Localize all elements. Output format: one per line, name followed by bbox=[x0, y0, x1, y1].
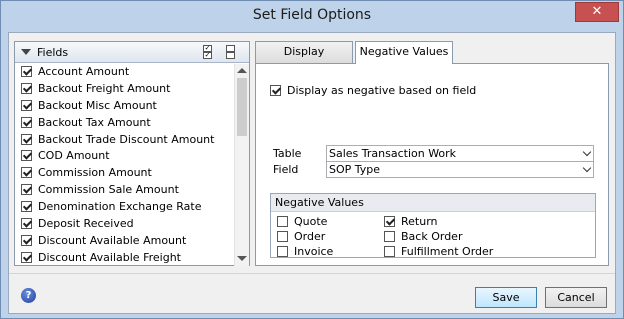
fields-scrollbar[interactable] bbox=[234, 64, 249, 266]
list-item[interactable]: COD Amount bbox=[15, 148, 234, 165]
field-checkbox[interactable] bbox=[21, 133, 32, 145]
option-label: Quote bbox=[294, 215, 328, 228]
negative-values-group: Negative Values Quote Order Invoice Retu… bbox=[270, 193, 596, 258]
field-checkbox[interactable] bbox=[21, 234, 32, 246]
table-select-value: Sales Transaction Work bbox=[329, 147, 457, 160]
list-item[interactable]: Backout Trade Discount Amount bbox=[15, 132, 234, 149]
scroll-up-icon[interactable] bbox=[237, 68, 247, 73]
option-return[interactable]: Return bbox=[384, 215, 438, 228]
option-label: Back Order bbox=[401, 230, 463, 243]
table-label: Table bbox=[273, 147, 302, 160]
field-checkbox[interactable] bbox=[21, 184, 32, 196]
option-quote[interactable]: Quote bbox=[277, 215, 327, 228]
fields-list: Account Amount Backout Freight Amount Ba… bbox=[15, 64, 234, 266]
field-checkbox[interactable] bbox=[21, 201, 32, 213]
option-label: Return bbox=[401, 215, 438, 228]
option-invoice[interactable]: Invoice bbox=[277, 245, 333, 258]
list-item[interactable]: Backout Misc Amount bbox=[15, 98, 234, 115]
set-field-options-window: Set Field Options ✕ Fields ✓ ✓ Account A… bbox=[0, 0, 624, 319]
option-label: Fulfillment Order bbox=[401, 245, 494, 258]
fulfillment-order-checkbox[interactable] bbox=[384, 246, 395, 257]
list-item[interactable]: Discount Available Freight bbox=[15, 250, 234, 266]
list-item[interactable]: Backout Tax Amount bbox=[15, 115, 234, 132]
scroll-down-icon[interactable] bbox=[237, 256, 247, 261]
table-select[interactable]: Sales Transaction Work bbox=[326, 145, 594, 162]
display-as-negative-label: Display as negative based on field bbox=[287, 84, 477, 97]
field-label: Account Amount bbox=[38, 65, 130, 78]
collapse-icon[interactable] bbox=[21, 49, 31, 55]
close-button[interactable]: ✕ bbox=[575, 2, 619, 22]
field-checkbox[interactable] bbox=[21, 99, 32, 111]
window-title: Set Field Options bbox=[252, 7, 372, 23]
uncheck-all-icon bbox=[226, 45, 235, 52]
check-all-icon: ✓ bbox=[203, 51, 212, 59]
dialog-footer: ? Save Cancel bbox=[9, 273, 615, 313]
list-item[interactable]: Account Amount bbox=[15, 64, 234, 81]
list-item[interactable]: Commission Amount bbox=[15, 165, 234, 182]
field-label: COD Amount bbox=[38, 149, 110, 163]
list-item[interactable]: Deposit Received bbox=[15, 216, 234, 233]
field-checkbox[interactable] bbox=[21, 150, 32, 162]
back-order-checkbox[interactable] bbox=[384, 231, 395, 242]
field-select[interactable]: SOP Type bbox=[326, 161, 594, 178]
cancel-button[interactable]: Cancel bbox=[545, 287, 607, 308]
chevron-down-icon bbox=[582, 163, 592, 173]
return-checkbox[interactable] bbox=[384, 216, 395, 227]
field-label: Backout Tax Amount bbox=[38, 115, 151, 129]
save-button[interactable]: Save bbox=[475, 287, 537, 308]
field-label: Commission Amount bbox=[38, 166, 152, 180]
field-label: Discount Available Freight bbox=[38, 250, 181, 264]
field-label: Backout Freight Amount bbox=[38, 81, 171, 95]
option-back-order[interactable]: Back Order bbox=[384, 230, 462, 243]
fields-panel: Fields ✓ ✓ Account Amount Backout Freigh… bbox=[14, 41, 250, 266]
display-as-negative-option[interactable]: Display as negative based on field bbox=[270, 84, 476, 97]
chevron-down-icon bbox=[582, 147, 592, 157]
field-select-value: SOP Type bbox=[329, 163, 381, 176]
option-label: Order bbox=[294, 230, 326, 243]
field-label: Backout Misc Amount bbox=[38, 98, 157, 112]
uncheck-all-button[interactable] bbox=[226, 45, 235, 60]
fields-header: Fields ✓ ✓ bbox=[15, 42, 249, 63]
option-fulfillment-order[interactable]: Fulfillment Order bbox=[384, 245, 493, 258]
field-label: Discount Available Amount bbox=[38, 233, 187, 247]
close-icon: ✕ bbox=[591, 4, 603, 19]
field-checkbox[interactable] bbox=[21, 218, 32, 230]
display-as-negative-checkbox[interactable] bbox=[270, 85, 281, 96]
list-item[interactable]: Backout Freight Amount bbox=[15, 81, 234, 98]
fields-header-label: Fields bbox=[37, 46, 69, 59]
field-checkbox[interactable] bbox=[21, 66, 32, 77]
field-label: Backout Trade Discount Amount bbox=[38, 132, 215, 146]
tab-negative-values[interactable]: Negative Values bbox=[355, 41, 453, 64]
uncheck-all-icon bbox=[226, 52, 235, 59]
check-all-button[interactable]: ✓ ✓ bbox=[203, 45, 212, 60]
scroll-thumb[interactable] bbox=[237, 78, 247, 136]
field-label: Deposit Received bbox=[38, 217, 134, 231]
tab-display[interactable]: Display bbox=[255, 41, 353, 63]
negative-values-tab-panel: Display as negative based on field Table… bbox=[255, 63, 609, 266]
invoice-checkbox[interactable] bbox=[277, 246, 288, 257]
list-item[interactable]: Discount Available Amount bbox=[15, 233, 234, 250]
list-item[interactable]: Denomination Exchange Rate bbox=[15, 199, 234, 216]
quote-checkbox[interactable] bbox=[277, 216, 288, 227]
field-checkbox[interactable] bbox=[21, 167, 32, 179]
field-checkbox[interactable] bbox=[21, 116, 32, 128]
list-item[interactable]: Commission Sale Amount bbox=[15, 182, 234, 199]
negative-values-group-title: Negative Values bbox=[271, 194, 595, 212]
option-label: Invoice bbox=[294, 245, 334, 258]
field-label: Denomination Exchange Rate bbox=[38, 200, 202, 214]
help-icon[interactable]: ? bbox=[21, 288, 36, 303]
option-order[interactable]: Order bbox=[277, 230, 325, 243]
order-checkbox[interactable] bbox=[277, 231, 288, 242]
field-label: Field bbox=[273, 163, 299, 176]
field-checkbox[interactable] bbox=[21, 251, 32, 263]
field-checkbox[interactable] bbox=[21, 82, 32, 94]
field-label: Commission Sale Amount bbox=[38, 183, 179, 197]
dialog-client-area: Fields ✓ ✓ Account Amount Backout Freigh… bbox=[8, 32, 616, 314]
